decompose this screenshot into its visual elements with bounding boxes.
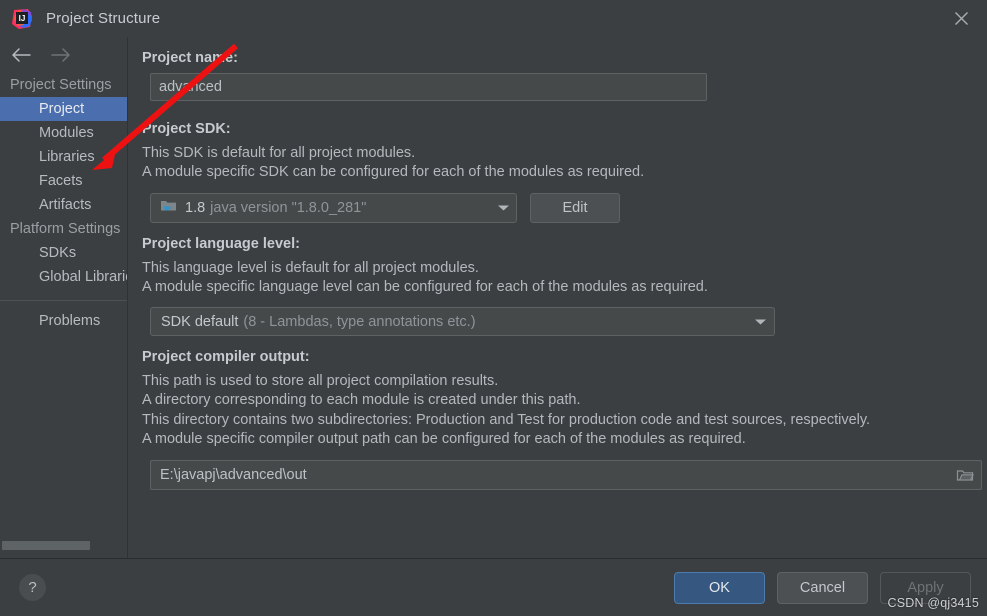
svg-text:IJ: IJ <box>19 14 26 23</box>
project-settings-panel: Project name: advanced Project SDK: This… <box>128 37 987 558</box>
project-sdk-row: 1.8 java version "1.8.0_281" Edit <box>150 192 973 223</box>
project-compiler-output-label: Project compiler output: <box>142 349 310 366</box>
project-language-level-dropdown[interactable]: SDK default (8 - Lambdas, type annotatio… <box>150 307 775 337</box>
chevron-down-icon[interactable] <box>497 199 510 217</box>
project-name-input[interactable]: advanced <box>150 73 707 101</box>
cancel-button-label: Cancel <box>799 579 846 596</box>
sidebar-item-facets[interactable]: Facets <box>0 169 127 193</box>
ok-button[interactable]: OK <box>674 571 765 604</box>
help-button[interactable]: ? <box>19 574 46 601</box>
watermark: CSDN @qj3415 <box>887 596 979 610</box>
dialog-body: Project Settings Project Modules Librari… <box>0 37 987 558</box>
java-sdk-folder-icon <box>160 198 177 218</box>
title-bar: IJ Project Structure <box>0 0 987 37</box>
arrow-right-icon[interactable] <box>50 47 72 63</box>
project-name-value: advanced <box>159 79 222 95</box>
sidebar-item-artifacts[interactable]: Artifacts <box>0 193 127 217</box>
sidebar-scrollbar-thumb[interactable] <box>2 541 90 550</box>
folder-browse-icon[interactable] <box>951 462 979 488</box>
project-name-label: Project name: <box>142 50 238 66</box>
project-sdk-description-1: This SDK is default for all project modu… <box>142 145 416 161</box>
chevron-down-icon[interactable] <box>754 313 767 331</box>
compiler-output-description-1: This path is used to store all project c… <box>142 373 499 390</box>
sidebar-item-global-libraries[interactable]: Global Libraries <box>0 265 127 289</box>
project-sdk-description-text: java version "1.8.0_281" <box>210 199 367 216</box>
settings-sidebar: Project Settings Project Modules Librari… <box>0 37 128 558</box>
compiler-output-path-value: E:\javapj\advanced\out <box>160 467 307 484</box>
intellij-idea-logo-icon: IJ <box>11 8 33 30</box>
compiler-output-description-3: This directory contains two subdirectori… <box>142 411 871 428</box>
sidebar-item-libraries[interactable]: Libraries <box>0 145 127 169</box>
compiler-output-description-2: A directory corresponding to each module… <box>142 392 581 409</box>
project-structure-dialog: IJ Project Structure Project Settings Pr… <box>0 0 987 616</box>
project-language-level-label: Project language level: <box>142 235 300 252</box>
compiler-output-description-4: A module specific compiler output path c… <box>142 430 746 447</box>
language-level-description-1: This language level is default for all p… <box>142 259 479 276</box>
project-sdk-label: Project SDK: <box>142 121 231 137</box>
sidebar-horizontal-scrollbar[interactable] <box>0 541 127 550</box>
close-icon[interactable] <box>935 0 987 37</box>
sidebar-nav-arrows <box>0 37 127 73</box>
project-sdk-version: 1.8 <box>185 199 206 216</box>
compiler-output-path-input[interactable]: E:\javapj\advanced\out <box>150 460 982 491</box>
sidebar-item-sdks[interactable]: SDKs <box>0 241 127 265</box>
sidebar-item-project[interactable]: Project <box>0 97 127 121</box>
edit-button-label: Edit <box>562 199 588 216</box>
language-level-selected-detail: (8 - Lambdas, type annotations etc.) <box>243 313 476 330</box>
dialog-footer: ? OK Cancel Apply <box>0 558 987 616</box>
ok-button-label: OK <box>709 579 730 596</box>
sidebar-group-project-settings: Project Settings <box>10 77 112 93</box>
window-title: Project Structure <box>46 10 161 27</box>
language-level-description-2: A module specific language level can be … <box>142 278 708 295</box>
sidebar-item-modules[interactable]: Modules <box>0 121 127 145</box>
project-sdk-description-2: A module specific SDK can be configured … <box>142 164 645 181</box>
arrow-left-icon[interactable] <box>10 47 32 63</box>
help-icon: ? <box>28 579 37 596</box>
apply-button-label: Apply <box>907 579 944 596</box>
language-level-selected: SDK default <box>161 313 239 330</box>
sidebar-item-problems[interactable]: Problems <box>0 309 127 333</box>
sidebar-group-platform-settings: Platform Settings <box>10 221 121 237</box>
sidebar-divider <box>0 300 127 301</box>
cancel-button[interactable]: Cancel <box>777 571 868 604</box>
project-sdk-dropdown[interactable]: 1.8 java version "1.8.0_281" <box>150 192 517 223</box>
edit-sdk-button[interactable]: Edit <box>530 192 620 223</box>
